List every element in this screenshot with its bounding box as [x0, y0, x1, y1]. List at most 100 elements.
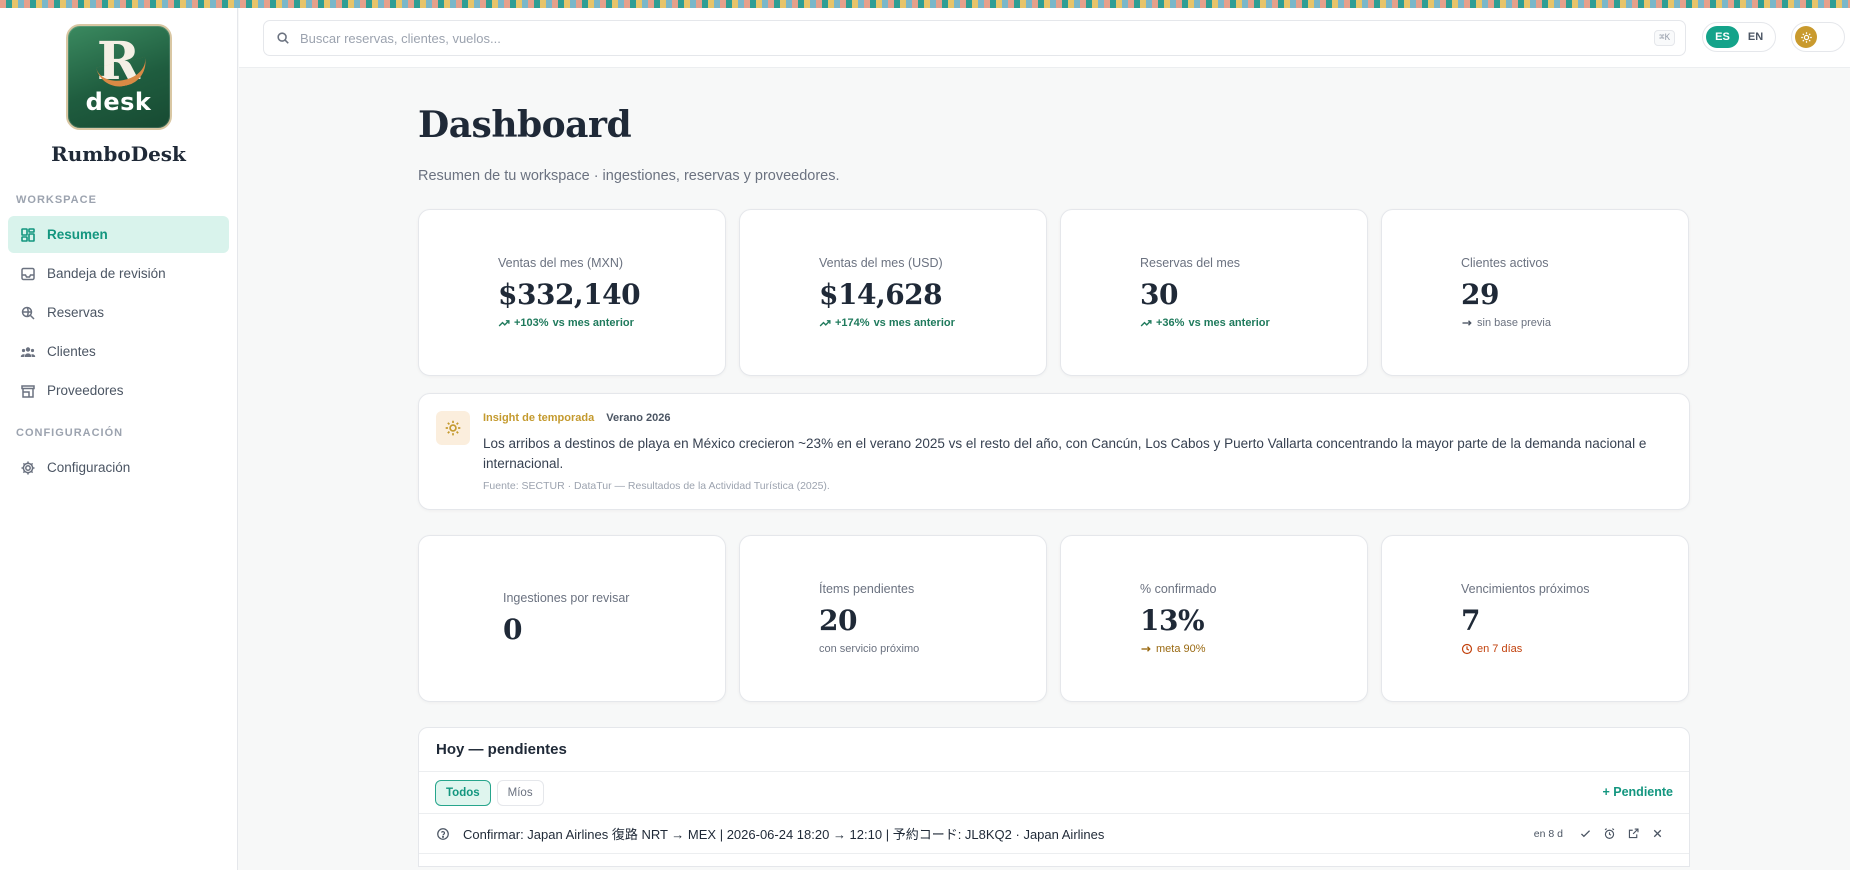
- kpi-delta-suffix: vs mes anterior: [873, 317, 955, 329]
- pending-title: Hoy — pendientes: [419, 728, 1689, 772]
- gear-icon: [20, 460, 36, 476]
- kpi-delta-value: +36%: [1156, 317, 1185, 329]
- kpi-card-ventas-usd[interactable]: Ventas del mes (USD) $14,628 +174% vs me…: [739, 209, 1047, 376]
- nav-section-workspace: WORKSPACE: [16, 194, 97, 206]
- kpi-delta-suffix: vs mes anterior: [552, 317, 634, 329]
- check-icon[interactable]: [1579, 827, 1593, 841]
- kpi-row: Ventas del mes (MXN) $332,140 +103% vs m…: [418, 209, 1690, 376]
- ops-note: meta 90%: [1140, 643, 1288, 655]
- kpi-label: Reservas del mes: [1140, 256, 1241, 270]
- ops-label: % confirmado: [1140, 582, 1217, 596]
- ops-label: Ítems pendientes: [819, 582, 915, 596]
- brand-name: RumboDesk: [51, 142, 186, 166]
- kpi-delta-value: sin base previa: [1477, 317, 1551, 329]
- sun-icon: [1795, 26, 1817, 48]
- ops-card-confirmado[interactable]: % confirmado 13% meta 90%: [1060, 535, 1368, 702]
- sidebar-item-label: Clientes: [47, 344, 96, 359]
- page-subtitle: Resumen de tu workspace · ingestiones, r…: [418, 168, 840, 184]
- sidebar-item-label: Resumen: [47, 227, 108, 242]
- sidebar-item-bandeja[interactable]: Bandeja de revisión: [8, 255, 229, 292]
- kpi-delta: +174% vs mes anterior: [819, 317, 967, 329]
- arrow-right-icon: [1462, 320, 1472, 326]
- sidebar-item-label: Configuración: [47, 460, 131, 475]
- kpi-card-ventas-mxn[interactable]: Ventas del mes (MXN) $332,140 +103% vs m…: [418, 209, 726, 376]
- logo-word: desk: [85, 88, 152, 116]
- kpi-label: Clientes activos: [1461, 256, 1549, 270]
- kpi-value: $332,140: [498, 278, 641, 311]
- ops-card-items-pendientes[interactable]: Ítems pendientes 20 con servicio próximo: [739, 535, 1047, 702]
- kpi-delta: +103% vs mes anterior: [498, 317, 646, 329]
- sidebar-item-label: Proveedores: [47, 383, 124, 398]
- ops-note: en 7 días: [1461, 643, 1609, 655]
- kpi-value: 30: [1140, 278, 1178, 311]
- sidebar-item-resumen[interactable]: Resumen: [8, 216, 229, 253]
- clock-icon: [1461, 643, 1473, 655]
- insight-season: Verano 2026: [606, 412, 671, 424]
- theme-toggle[interactable]: [1791, 22, 1845, 52]
- kpi-card-reservas[interactable]: Reservas del mes 30 +36% vs mes anterior: [1060, 209, 1368, 376]
- nav-section-configuracion: CONFIGURACIÓN: [16, 427, 124, 439]
- ops-label: Vencimientos próximos: [1461, 582, 1590, 596]
- kpi-delta-value: +103%: [514, 317, 549, 329]
- ops-card-ingestiones[interactable]: Ingestiones por revisar 0: [418, 535, 726, 702]
- ops-note-text: meta 90%: [1156, 643, 1206, 655]
- sidebar-item-reservas[interactable]: Reservas: [8, 294, 229, 331]
- arrow-right-icon: [1141, 646, 1151, 652]
- kpi-value: 29: [1461, 278, 1499, 311]
- kpi-label: Ventas del mes (USD): [819, 256, 943, 270]
- kpi-card-clientes[interactable]: Clientes activos 29 sin base previa: [1381, 209, 1689, 376]
- search-shortcut-hint: ⌘K: [1654, 30, 1675, 46]
- kpi-label: Ventas del mes (MXN): [498, 256, 624, 270]
- language-toggle[interactable]: ES EN: [1702, 22, 1776, 52]
- sidebar-item-label: Reservas: [47, 305, 105, 320]
- ops-card-vencimientos[interactable]: Vencimientos próximos 7 en 7 días: [1381, 535, 1689, 702]
- users-icon: [20, 344, 36, 360]
- inbox-tray-icon: [20, 266, 36, 282]
- sidebar-item-label: Bandeja de revisión: [47, 266, 166, 281]
- sidebar-item-clientes[interactable]: Clientes: [8, 333, 229, 370]
- add-pending-button[interactable]: + Pendiente: [1602, 785, 1673, 799]
- operations-row: Ingestiones por revisar 0 Ítems pendient…: [418, 535, 1690, 702]
- ops-value: 13%: [1140, 604, 1205, 637]
- ops-value: 7: [1461, 604, 1480, 637]
- search-input[interactable]: [300, 30, 1685, 46]
- kpi-delta: sin base previa: [1461, 317, 1609, 329]
- pending-row-due: en 8 d: [1533, 827, 1563, 840]
- decorative-top-stripe: [0, 0, 1850, 8]
- kpi-delta-value: +174%: [835, 317, 870, 329]
- filter-todos-button[interactable]: Todos: [435, 779, 491, 806]
- pending-row-actions: [1579, 827, 1665, 841]
- brand-logo[interactable]: R desk: [65, 24, 172, 130]
- ops-value: 20: [819, 604, 857, 637]
- pending-panel: Hoy — pendientes Todos Míos + Pendiente …: [418, 727, 1690, 867]
- kpi-delta-suffix: vs mes anterior: [1188, 317, 1270, 329]
- page-title: Dashboard: [418, 104, 632, 146]
- kpi-value: $14,628: [819, 278, 943, 311]
- insight-tag: Insight de temporada: [483, 412, 595, 424]
- external-link-icon[interactable]: [1627, 827, 1641, 841]
- filter-mios-button[interactable]: Míos: [496, 779, 544, 806]
- sidebar-item-configuracion[interactable]: Configuración: [8, 449, 229, 486]
- sidebar: R desk RumboDesk WORKSPACE Resumen Bande…: [0, 0, 238, 870]
- season-insight-card: Insight de temporada Verano 2026 Los arr…: [418, 393, 1690, 510]
- search-bar[interactable]: ⌘K: [263, 20, 1686, 56]
- insight-source: Fuente: SECTUR · DataTur — Resultados de…: [483, 480, 830, 492]
- pending-row[interactable]: Confirmar: Japan Airlines 復路 NRT → MEX |…: [419, 814, 1689, 854]
- storefront-icon: [20, 383, 36, 399]
- trending-up-icon: [498, 320, 510, 327]
- close-icon[interactable]: [1651, 827, 1665, 841]
- dashboard-grid-icon: [20, 227, 36, 243]
- search-globe-icon: [20, 305, 36, 321]
- language-en-button[interactable]: EN: [1739, 26, 1772, 48]
- insight-body: Los arribos a destinos de playa en Méxic…: [483, 436, 1647, 471]
- alarm-clock-icon[interactable]: [1603, 827, 1617, 841]
- sun-icon: [436, 411, 470, 445]
- help-circle-icon: [436, 827, 450, 841]
- main-content: Dashboard Resumen de tu workspace · inge…: [418, 68, 1690, 867]
- sidebar-item-proveedores[interactable]: Proveedores: [8, 372, 229, 409]
- ops-label: Ingestiones por revisar: [503, 591, 630, 605]
- language-es-button[interactable]: ES: [1706, 26, 1739, 48]
- kpi-delta: +36% vs mes anterior: [1140, 317, 1288, 329]
- pending-toolbar: Todos Míos + Pendiente: [419, 772, 1689, 814]
- trending-up-icon: [819, 320, 831, 327]
